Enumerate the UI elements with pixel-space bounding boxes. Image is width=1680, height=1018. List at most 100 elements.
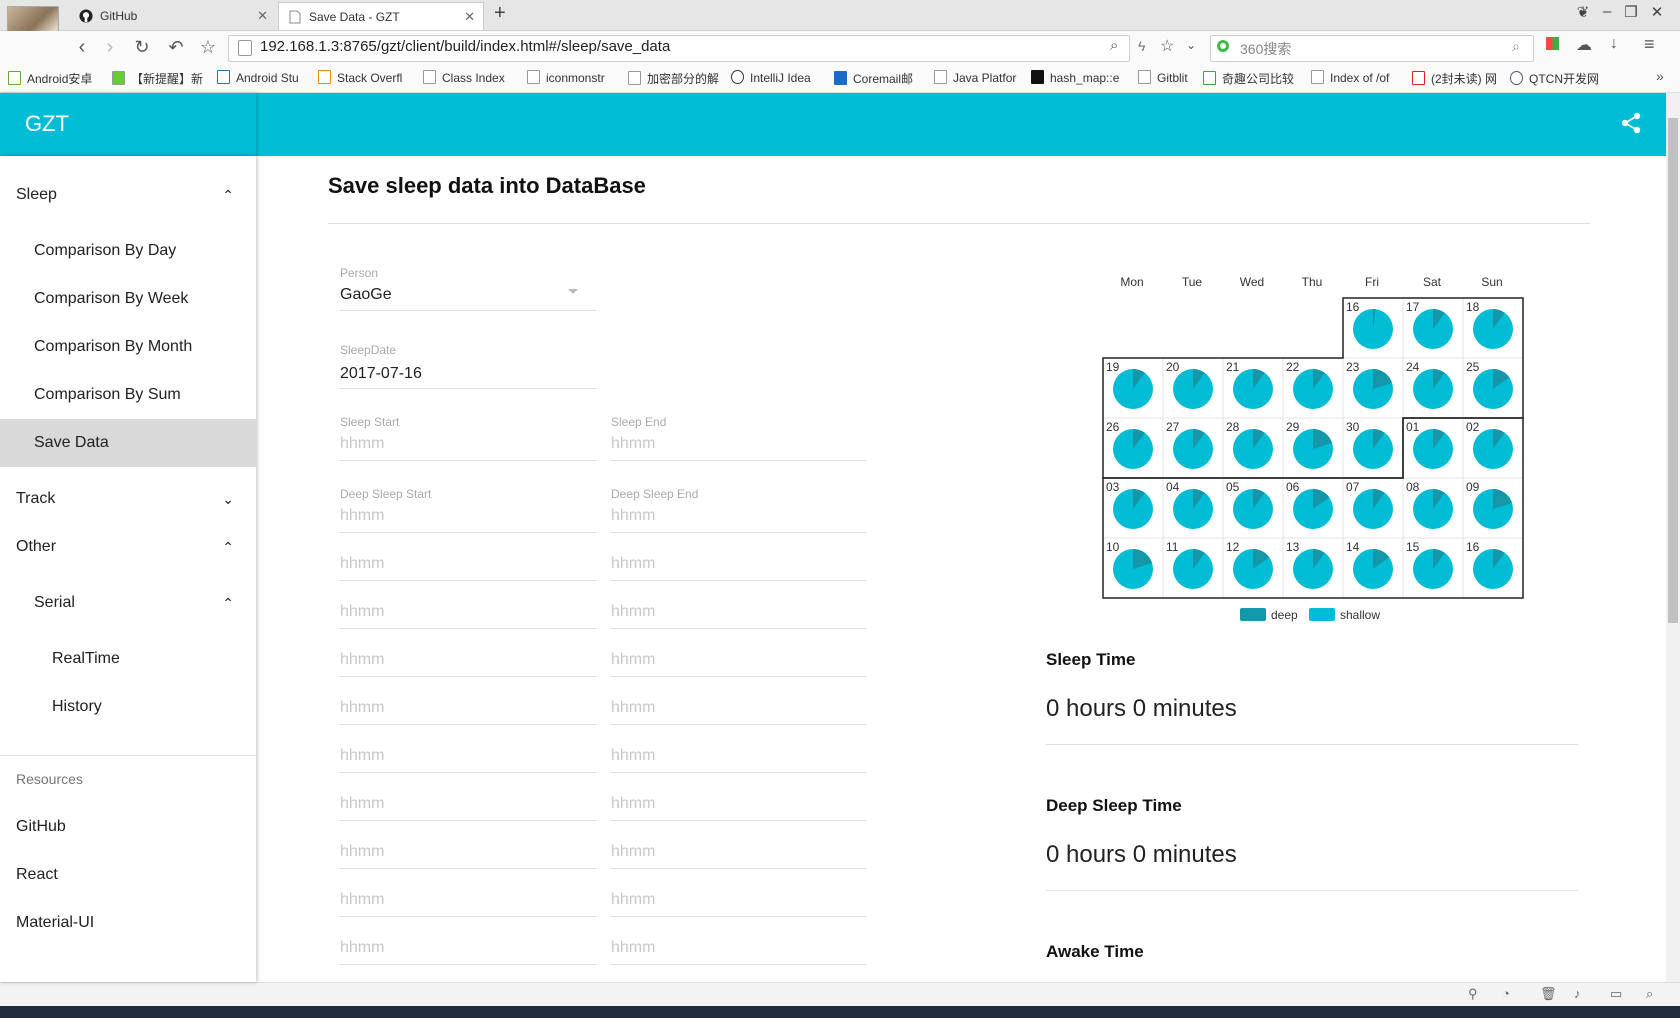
weekday-label: Tue (1181, 275, 1203, 289)
minimize-button[interactable]: – (1596, 3, 1618, 20)
sidebar-link-github[interactable]: GitHub (0, 803, 256, 851)
bookmark-item[interactable]: IntelliJ Idea (731, 70, 811, 85)
close-tab-icon[interactable]: ✕ (464, 3, 475, 31)
apps-icon[interactable] (1546, 37, 1559, 50)
sidebar-item-label: Comparison By Month (34, 338, 193, 355)
chevron-right-icon[interactable]: » (1656, 68, 1664, 84)
deep-sleep-start-field[interactable]: Deep Sleep Start hhmm (340, 487, 596, 543)
speed-icon[interactable]: ◔ (1502, 986, 1510, 1001)
sidebar-item-realtime[interactable]: RealTime (0, 635, 256, 683)
day-label: 17 (1406, 300, 1420, 314)
sidebar-item-other[interactable]: Other ⌃ (0, 523, 256, 571)
field-placeholder: hhmm (611, 843, 656, 860)
star-icon[interactable]: ☆ (196, 36, 220, 58)
bookmark-item[interactable]: Gitblit (1138, 70, 1188, 85)
window-icon[interactable]: ▭ (1610, 986, 1622, 1002)
field-underline (340, 724, 596, 725)
undo-icon[interactable]: ↶ (164, 36, 188, 58)
bookmark-item[interactable]: QTCN开发网 (1510, 70, 1599, 87)
day-label: 16 (1466, 540, 1480, 554)
field-underline (611, 724, 867, 725)
sidebar-link-react[interactable]: React (0, 851, 256, 899)
bookmark-item[interactable]: Android Stu (217, 70, 299, 85)
restore-button[interactable]: ❐ (1620, 3, 1642, 21)
bookmark-item[interactable]: hash_map::e (1031, 70, 1119, 85)
browser-status-bar (0, 982, 1680, 1007)
field-placeholder: hhmm (611, 603, 656, 620)
field-label: Person (340, 266, 379, 280)
field-value: GaoGe (340, 286, 392, 303)
search-icon[interactable]: ⌕ (1512, 38, 1520, 55)
field-label: Sleep End (611, 415, 667, 429)
resources-subheader: Resources (16, 771, 83, 787)
bookmark-item[interactable]: Coremail邮 (834, 70, 913, 87)
sidebar-item-comparison-by-day[interactable]: Comparison By Day (0, 227, 256, 275)
bookmark-item[interactable]: 奇趣公司比较 (1203, 70, 1294, 87)
menu-icon[interactable]: ≡ (1644, 34, 1655, 55)
person-select[interactable]: Person GaoGe (340, 266, 596, 322)
back-icon[interactable]: ‹ (70, 36, 94, 58)
chevron-down-icon[interactable]: ⌄ (1186, 38, 1196, 52)
close-tab-icon[interactable]: ✕ (257, 2, 268, 30)
os-taskbar (0, 1006, 1680, 1018)
sidebar-item-comparison-by-sum[interactable]: Comparison By Sum (0, 371, 256, 419)
bookmark-item[interactable]: Stack Overfl (318, 70, 402, 85)
search-engine-icon (1217, 40, 1229, 52)
bookmark-item[interactable]: Java Platfor (934, 70, 1016, 85)
sidebar-link-material-ui[interactable]: Material-UI (0, 899, 256, 947)
day-label: 12 (1226, 540, 1240, 554)
download-icon[interactable]: ↓ (1610, 35, 1618, 53)
deep-sleep-end-field[interactable]: Deep Sleep End hhmm (611, 487, 867, 543)
volume-icon[interactable]: ♪ (1574, 986, 1581, 1001)
bookmark-item[interactable]: iconmonstr (527, 70, 605, 85)
tab-save-data[interactable]: Save Data - GZT ✕ (278, 2, 484, 30)
sidebar-item-label: React (16, 866, 58, 883)
forward-icon[interactable]: › (98, 36, 122, 58)
bookmark-item[interactable]: 加密部分的解 (628, 70, 719, 87)
sidebar-item-track[interactable]: Track ⌄ (0, 475, 256, 523)
zoom-icon[interactable]: ⌕ (1646, 986, 1653, 1002)
deep-sleep-time-value: 0 hours 0 minutes (1046, 841, 1237, 868)
bookmark-item[interactable]: 【新提醒】新 (112, 70, 203, 87)
field-placeholder: hhmm (611, 939, 656, 956)
sidebar-item-history[interactable]: History (0, 683, 256, 731)
day-label: 18 (1466, 300, 1480, 314)
day-label: 11 (1166, 540, 1179, 554)
sidebar-item-sleep[interactable]: Sleep ⌃ (0, 171, 256, 219)
pin-icon[interactable]: ⚲ (1468, 986, 1478, 1002)
sidebar-item-serial[interactable]: Serial ⌃ (0, 579, 256, 627)
scrollbar-thumb[interactable] (1668, 118, 1678, 623)
bookmark-item[interactable]: Android安卓 (8, 70, 92, 87)
search-input[interactable]: 360搜索 (1240, 39, 1291, 59)
new-tab-button[interactable]: + (494, 2, 506, 25)
sidebar-item-save-data[interactable]: Save Data (0, 419, 256, 467)
sidebar-item-comparison-by-month[interactable]: Comparison By Month (0, 323, 256, 371)
dropdown-arrow-icon[interactable] (568, 289, 578, 294)
cloud-icon[interactable]: ☁ (1576, 35, 1592, 55)
day-label: 07 (1346, 480, 1360, 494)
page-icon (289, 10, 301, 24)
trash-icon[interactable]: 🗑 (1540, 986, 1557, 1002)
page-title: Save sleep data into DataBase (328, 173, 646, 198)
reload-icon[interactable]: ↻ (130, 36, 154, 58)
sleep-start-field[interactable]: Sleep Start hhmm (340, 415, 596, 471)
day-label: 04 (1166, 480, 1180, 494)
shirt-icon[interactable]: ❦ (1572, 3, 1594, 21)
sleep-calendar: 16 17 18 19 20 21 22 23 24 25 26 27 28 29 30 01 02 03 04 05… (1102, 297, 1524, 599)
bookmark-item[interactable]: Class Index (423, 70, 505, 85)
lightning-icon[interactable]: ϟ (1138, 38, 1145, 54)
sidebar-item-comparison-by-week[interactable]: Comparison By Week (0, 275, 256, 323)
field-underline (340, 916, 596, 917)
close-window-button[interactable]: ✕ (1646, 3, 1668, 21)
share-icon[interactable] (1620, 112, 1642, 134)
legend-deep-swatch (1240, 608, 1266, 621)
zoom-icon[interactable]: ⌕ (1110, 37, 1118, 54)
sidebar-item-label: Save Data (34, 434, 109, 451)
url-text[interactable]: 192.168.1.3:8765/gzt/client/build/index.… (260, 38, 670, 55)
bookmark-item[interactable]: (2封未读) 网 (1412, 70, 1497, 87)
bookmark-item[interactable]: Index of /of (1311, 70, 1389, 85)
favorite-icon[interactable]: ☆ (1160, 36, 1174, 56)
tab-github[interactable]: GitHub ✕ (70, 2, 276, 30)
sleep-end-field[interactable]: Sleep End hhmm (611, 415, 867, 471)
sleep-date-field[interactable]: SleepDate 2017-07-16 (340, 343, 596, 399)
